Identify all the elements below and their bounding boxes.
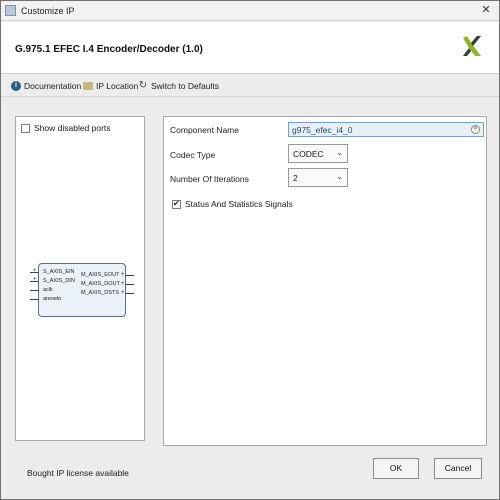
- component-name-label: Component Name: [170, 125, 239, 135]
- customize-ip-dialog: Customize IP ✕ G.975.1 EFEC I.4 Encoder/…: [0, 0, 500, 500]
- ok-button[interactable]: OK: [373, 458, 419, 479]
- expand-m-axis-dsts-icon[interactable]: +: [121, 290, 125, 296]
- ip-location-label: IP Location: [96, 81, 139, 91]
- status-statistics-label: Status And Statistics Signals: [185, 199, 293, 209]
- toolbar: i Documentation IP Location ↻ Switch to …: [1, 75, 499, 97]
- expand-s-axis-din-icon[interactable]: +: [33, 277, 37, 283]
- close-button[interactable]: ✕: [479, 4, 493, 17]
- refresh-icon: ↻: [138, 80, 148, 91]
- documentation-button[interactable]: i Documentation: [11, 80, 81, 92]
- pin-m-axis-dsts: [125, 293, 134, 294]
- status-statistics-box[interactable]: [172, 199, 181, 209]
- switch-to-defaults-button[interactable]: ↻ Switch to Defaults: [138, 80, 219, 92]
- port-m-axis-dout: M_AXIS_DOUT: [81, 281, 120, 287]
- folder-icon: [83, 82, 93, 90]
- pin-m-axis-dout: [125, 284, 134, 285]
- expand-s-axis-ein-icon[interactable]: +: [33, 268, 37, 274]
- info-icon: i: [11, 81, 21, 91]
- parameters-panel: Component Name ✕ Codec Type CODEC ⌄ Numb…: [163, 116, 487, 446]
- port-m-axis-dsts: M_AXIS_DSTS: [81, 290, 119, 296]
- codec-type-value: CODEC: [293, 149, 324, 159]
- show-disabled-ports-box[interactable]: [21, 123, 30, 133]
- window-app-icon: [5, 5, 16, 16]
- cancel-button[interactable]: Cancel: [434, 458, 482, 479]
- show-disabled-ports-checkbox[interactable]: Show disabled ports: [21, 123, 111, 133]
- status-statistics-checkbox[interactable]: Status And Statistics Signals: [172, 199, 293, 209]
- port-aclk: aclk: [43, 287, 53, 293]
- show-disabled-ports-label: Show disabled ports: [34, 123, 111, 133]
- chevron-down-icon: ⌄: [336, 148, 343, 157]
- title-bar: Customize IP ✕: [1, 1, 499, 21]
- pin-aresetn: [30, 299, 39, 300]
- documentation-label: Documentation: [24, 81, 82, 91]
- expand-m-axis-dout-icon[interactable]: +: [121, 281, 125, 287]
- iterations-value: 2: [293, 173, 298, 183]
- license-status-text: Bought IP license available: [27, 468, 129, 478]
- pin-aclk: [30, 290, 39, 291]
- ip-heading: G.975.1 EFEC I.4 Encoder/Decoder (1.0): [15, 44, 203, 55]
- dialog-header: G.975.1 EFEC I.4 Encoder/Decoder (1.0): [1, 22, 499, 74]
- clear-field-icon[interactable]: ✕: [471, 125, 480, 134]
- codec-type-label: Codec Type: [170, 150, 216, 160]
- chevron-down-icon: ⌄: [336, 172, 343, 181]
- window-title: Customize IP: [21, 6, 75, 16]
- ip-location-button[interactable]: IP Location: [83, 80, 138, 92]
- iterations-label: Number Of Iterations: [170, 174, 249, 184]
- xilinx-logo-icon: [463, 36, 481, 56]
- expand-m-axis-eout-icon[interactable]: +: [121, 272, 125, 278]
- port-m-axis-eout: M_AXIS_EOUT: [81, 272, 120, 278]
- port-s-axis-din: S_AXIS_DIN: [43, 278, 75, 284]
- pin-m-axis-eout: [125, 275, 134, 276]
- ip-block-symbol: + S_AXIS_EIN + S_AXIS_DIN aclk aresetn M…: [30, 263, 134, 317]
- iterations-select[interactable]: 2 ⌄: [288, 168, 348, 187]
- symbol-panel: Show disabled ports + S_AXIS_EIN + S_AXI…: [15, 116, 145, 441]
- codec-type-select[interactable]: CODEC ⌄: [288, 144, 348, 163]
- port-aresetn: aresetn: [43, 296, 62, 302]
- port-s-axis-ein: S_AXIS_EIN: [43, 269, 75, 275]
- switch-to-defaults-label: Switch to Defaults: [151, 81, 220, 91]
- component-name-input[interactable]: [288, 122, 484, 137]
